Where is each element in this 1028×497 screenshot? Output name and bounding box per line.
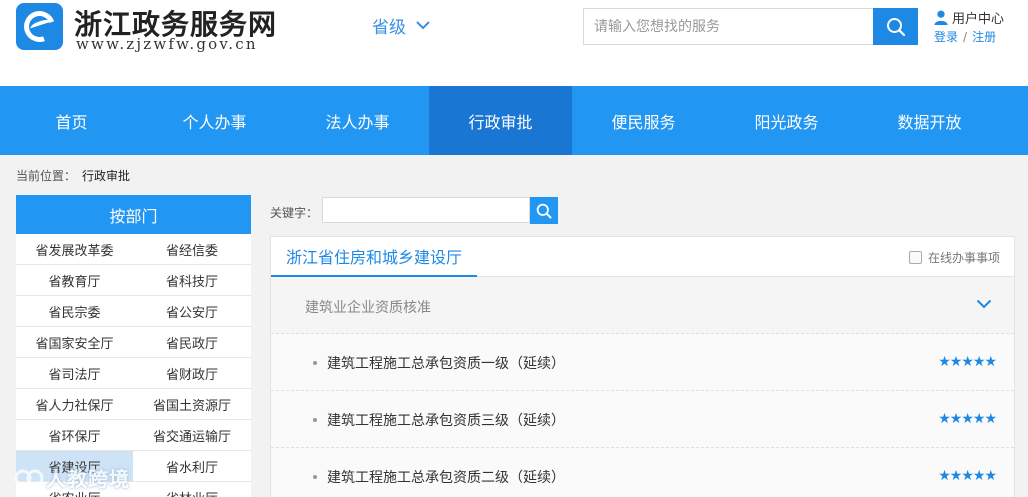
service-item-title[interactable]: 建筑工程施工总承包资质二级（延续） bbox=[327, 467, 565, 487]
department-item[interactable]: 省财政厅 bbox=[133, 358, 251, 389]
service-item[interactable]: 建筑工程施工总承包资质一级（延续） ★★★★★ bbox=[271, 334, 1014, 391]
service-item-title[interactable]: 建筑工程施工总承包资质三级（延续） bbox=[327, 410, 565, 430]
breadcrumb-current[interactable]: 行政审批 bbox=[82, 169, 130, 183]
department-sidebar: 按部门 省发展改革委 省经信委 省教育厅 省科技厅 省民宗委 省公安厅 省国家安… bbox=[16, 195, 251, 497]
nav-item-personal[interactable]: 个人办事 bbox=[143, 86, 286, 155]
department-item[interactable]: 省科技厅 bbox=[133, 265, 251, 296]
nav-item-convenience[interactable]: 便民服务 bbox=[572, 86, 715, 155]
star-rating: ★★★★★ bbox=[938, 354, 997, 370]
search-icon bbox=[536, 203, 552, 218]
department-item[interactable]: 省经信委 bbox=[133, 234, 251, 265]
region-selector[interactable]: 省级 bbox=[372, 13, 430, 38]
online-services-toggle[interactable]: 在线办事事项 bbox=[908, 249, 1000, 266]
bullet-icon bbox=[313, 361, 317, 365]
star-rating: ★★★★★ bbox=[938, 411, 997, 427]
search-icon bbox=[886, 17, 905, 36]
chevron-down-icon bbox=[416, 21, 430, 30]
keyword-input[interactable] bbox=[322, 197, 530, 223]
site-header: 浙江政务服务网 www.zjzwfw.gov.cn 省级 用户中心 登录/注册 bbox=[0, 0, 1028, 86]
department-item[interactable]: 省水利厅 bbox=[133, 451, 251, 482]
department-item[interactable]: 省人力社保厅 bbox=[16, 389, 133, 420]
department-item[interactable]: 省司法厅 bbox=[16, 358, 133, 389]
department-item[interactable]: 省民宗委 bbox=[16, 296, 133, 327]
nav-item-approval[interactable]: 行政审批 bbox=[429, 86, 572, 155]
service-item-title[interactable]: 建筑工程施工总承包资质一级（延续） bbox=[327, 353, 565, 373]
category-row[interactable]: 建筑业企业资质核准 bbox=[271, 277, 1014, 334]
department-item[interactable]: 省林业厅 bbox=[133, 482, 251, 497]
department-item[interactable]: 省教育厅 bbox=[16, 265, 133, 296]
auth-links: 登录 / 注册 bbox=[934, 28, 1024, 45]
keyword-search-button[interactable] bbox=[530, 197, 558, 224]
nav-item-transparency[interactable]: 阳光政务 bbox=[715, 86, 858, 155]
online-services-checkbox[interactable] bbox=[908, 251, 922, 264]
bullet-icon bbox=[313, 418, 317, 422]
user-icon bbox=[934, 10, 948, 25]
search-button[interactable] bbox=[873, 8, 918, 45]
department-item[interactable]: 省公安厅 bbox=[133, 296, 251, 327]
watermark-text: 人教跨境 bbox=[46, 467, 130, 491]
register-link[interactable]: 注册 bbox=[972, 30, 996, 44]
chevron-down-icon[interactable] bbox=[976, 299, 992, 309]
department-item[interactable]: 省环保厅 bbox=[16, 420, 133, 451]
main-nav: 首页 个人办事 法人办事 行政审批 便民服务 阳光政务 数据开放 bbox=[0, 86, 1028, 155]
panel-header: 浙江省住房和城乡建设厅 在线办事事项 bbox=[271, 237, 1014, 277]
user-center-label: 用户中心 bbox=[952, 12, 1005, 27]
department-list: 省发展改革委 省经信委 省教育厅 省科技厅 省民宗委 省公安厅 省国家安全厅 省… bbox=[16, 234, 251, 497]
auth-separator: / bbox=[963, 30, 968, 44]
service-item[interactable]: 建筑工程施工总承包资质三级（延续） ★★★★★ bbox=[271, 391, 1014, 448]
department-item[interactable]: 省国家安全厅 bbox=[16, 327, 133, 358]
nav-item-home[interactable]: 首页 bbox=[0, 86, 143, 155]
breadcrumb-label: 当前位置： bbox=[16, 169, 77, 183]
user-center-link[interactable]: 用户中心 bbox=[934, 8, 1024, 27]
department-item[interactable]: 省发展改革委 bbox=[16, 234, 133, 265]
site-logo-icon[interactable] bbox=[16, 3, 63, 50]
department-item[interactable]: 省国土资源厅 bbox=[133, 389, 251, 420]
service-panel: 浙江省住房和城乡建设厅 在线办事事项 建筑业企业资质核准 建筑工程施工总承包资质… bbox=[270, 236, 1015, 497]
online-services-label: 在线办事事项 bbox=[927, 251, 1000, 265]
keyword-label: 关键字： bbox=[270, 206, 319, 220]
search-input[interactable] bbox=[583, 8, 874, 45]
page-body: 当前位置： 行政审批 按部门 省发展改革委 省经信委 省教育厅 省科技厅 省民宗委… bbox=[0, 155, 1028, 497]
category-label: 建筑业企业资质核准 bbox=[305, 300, 431, 316]
nav-item-corporate[interactable]: 法人办事 bbox=[286, 86, 429, 155]
watermark: 人教跨境 bbox=[14, 463, 130, 492]
star-rating: ★★★★★ bbox=[938, 468, 997, 484]
watermark-logo-icon bbox=[14, 469, 44, 486]
user-center: 用户中心 登录 / 注册 bbox=[934, 8, 1024, 45]
login-link[interactable]: 登录 bbox=[934, 30, 958, 44]
site-url: www.zjzwfw.gov.cn bbox=[76, 35, 258, 53]
service-item[interactable]: 建筑工程施工总承包资质二级（延续） ★★★★★ bbox=[271, 448, 1014, 497]
sidebar-title[interactable]: 按部门 bbox=[16, 195, 251, 234]
breadcrumb: 当前位置： 行政审批 bbox=[16, 167, 130, 184]
tab-department[interactable]: 浙江省住房和城乡建设厅 bbox=[271, 237, 478, 277]
department-item[interactable]: 省民政厅 bbox=[133, 327, 251, 358]
region-label: 省级 bbox=[372, 18, 406, 38]
nav-item-open-data[interactable]: 数据开放 bbox=[858, 86, 1001, 155]
bullet-icon bbox=[313, 475, 317, 479]
department-item[interactable]: 省交通运输厅 bbox=[133, 420, 251, 451]
